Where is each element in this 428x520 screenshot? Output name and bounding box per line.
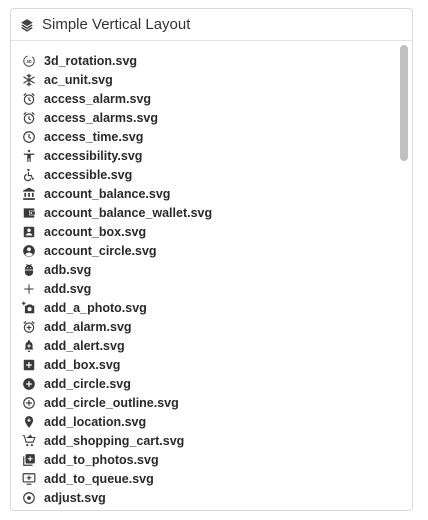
add-circle-outline-icon — [22, 396, 36, 410]
account-box-icon — [22, 225, 36, 239]
list-item-label: adjust.svg — [44, 490, 106, 505]
wheelchair-icon — [22, 168, 36, 182]
list-item-label: accessible.svg — [44, 167, 133, 182]
list-item[interactable]: account_balance_wallet.svg — [11, 203, 394, 222]
list-item[interactable]: add_to_queue.svg — [11, 469, 394, 488]
list-item[interactable]: accessible.svg — [11, 165, 394, 184]
add-circle-icon — [22, 377, 36, 391]
panel-header: Simple Vertical Layout — [11, 9, 412, 41]
list-item[interactable]: add_to_photos.svg — [11, 450, 394, 469]
list-item[interactable]: add_box.svg — [11, 355, 394, 374]
list-item-label: adb.svg — [44, 262, 92, 277]
list-item[interactable]: adjust.svg — [11, 488, 394, 507]
alarm-icon — [22, 92, 36, 106]
add-photo-icon — [22, 301, 36, 315]
list-item-label: add_circle_outline.svg — [44, 395, 179, 410]
clock-icon — [22, 130, 36, 144]
add-cart-icon — [22, 434, 36, 448]
list-item[interactable]: account_box.svg — [11, 222, 394, 241]
list-item-label: add_alarm.svg — [44, 319, 132, 334]
list-item-label: add_to_queue.svg — [44, 471, 154, 486]
list-item-label: add_shopping_cart.svg — [44, 433, 185, 448]
plus-icon — [22, 282, 36, 296]
list-item[interactable]: add_shopping_cart.svg — [11, 431, 394, 450]
list-item-label: access_time.svg — [44, 129, 144, 144]
list-item[interactable]: add_location.svg — [11, 412, 394, 431]
list-item-label: add_circle.svg — [44, 376, 131, 391]
list-item[interactable]: add_alert.svg — [11, 336, 394, 355]
bank-icon — [22, 187, 36, 201]
list-item-label: add.svg — [44, 281, 92, 296]
list-item[interactable]: access_alarms.svg — [11, 108, 394, 127]
list-item-label: add_alert.svg — [44, 338, 125, 353]
list-item[interactable]: access_alarm.svg — [11, 89, 394, 108]
list-item[interactable]: add_circle.svg — [11, 374, 394, 393]
file-list: 3D 3d_rotation.svg ac_unit.svg access_alarm… — [11, 51, 394, 507]
list-item-label: ac_unit.svg — [44, 72, 113, 87]
svg-text:3D: 3D — [26, 58, 31, 63]
account-circle-icon — [22, 244, 36, 258]
3d-rotation-icon: 3D — [22, 54, 36, 68]
list-item-label: add_a_photo.svg — [44, 300, 147, 315]
list-item[interactable]: access_time.svg — [11, 127, 394, 146]
list-item-label: 3d_rotation.svg — [44, 53, 138, 68]
accessibility-icon — [22, 149, 36, 163]
add-location-icon — [22, 415, 36, 429]
list-item[interactable]: accessibility.svg — [11, 146, 394, 165]
scrollbar[interactable] — [399, 43, 409, 507]
panel-title: Simple Vertical Layout — [42, 16, 191, 33]
list-item[interactable]: add_a_photo.svg — [11, 298, 394, 317]
list-item[interactable]: account_circle.svg — [11, 241, 394, 260]
list-item-label: access_alarm.svg — [44, 91, 152, 106]
list-item-label: add_location.svg — [44, 414, 147, 429]
list-item-label: account_box.svg — [44, 224, 147, 239]
layout-panel: Simple Vertical Layout 3D 3d_rotation.svg… — [10, 8, 413, 511]
list-item-label: add_to_photos.svg — [44, 452, 159, 467]
add-box-icon — [22, 358, 36, 372]
list-item-label: account_circle.svg — [44, 243, 157, 258]
wallet-icon — [22, 206, 36, 220]
alarms-icon — [22, 111, 36, 125]
snowflake-icon — [22, 73, 36, 87]
list-item-label: account_balance_wallet.svg — [44, 205, 213, 220]
add-to-photos-icon — [22, 453, 36, 467]
list-item[interactable]: add.svg — [11, 279, 394, 298]
add-alert-icon — [22, 339, 36, 353]
add-to-queue-icon — [22, 472, 36, 486]
adjust-icon — [22, 491, 36, 505]
list-item-label: access_alarms.svg — [44, 110, 158, 125]
add-alarm-icon — [22, 320, 36, 334]
list-item[interactable]: account_balance.svg — [11, 184, 394, 203]
list-item-label: add_box.svg — [44, 357, 121, 372]
list-item[interactable]: add_circle_outline.svg — [11, 393, 394, 412]
scrollbar-thumb[interactable] — [400, 45, 408, 161]
list-item[interactable]: add_alarm.svg — [11, 317, 394, 336]
android-icon — [22, 263, 36, 277]
list-item[interactable]: adb.svg — [11, 260, 394, 279]
list-item[interactable]: ac_unit.svg — [11, 70, 394, 89]
list-item-label: account_balance.svg — [44, 186, 171, 201]
list-item[interactable]: 3D 3d_rotation.svg — [11, 51, 394, 70]
layers-icon — [20, 18, 34, 32]
list-item-label: accessibility.svg — [44, 148, 143, 163]
